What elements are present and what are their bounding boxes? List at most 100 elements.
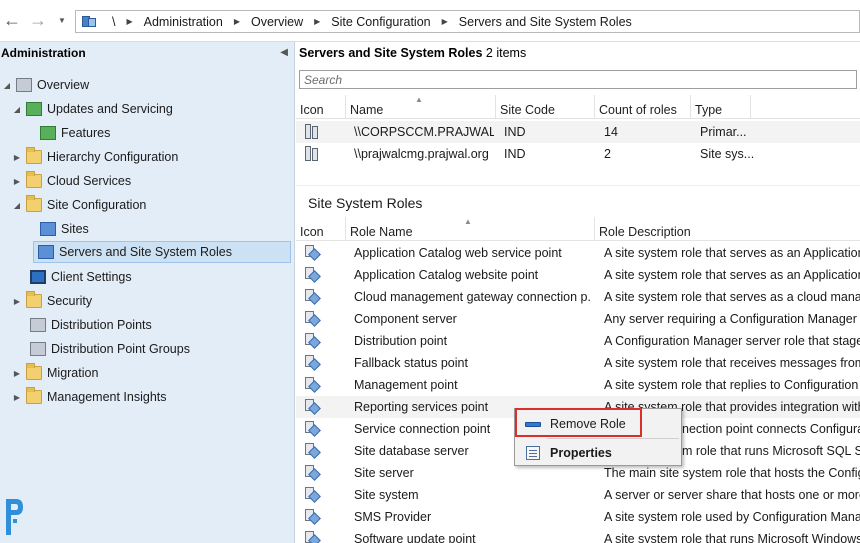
- chevron-right-icon[interactable]: ▶: [442, 17, 448, 26]
- expand-arrow-icon[interactable]: ▶: [12, 393, 22, 402]
- table-row[interactable]: Component server Any server requiring a C…: [296, 308, 860, 330]
- chevron-right-icon[interactable]: ▶: [126, 17, 132, 26]
- site-role-icon: [305, 421, 321, 437]
- distribution-icon: [30, 342, 46, 356]
- breadcrumb-servers[interactable]: Servers and Site System Roles: [459, 15, 632, 29]
- expand-arrow-icon[interactable]: ▶: [12, 369, 22, 378]
- tree-item-label: Migration: [47, 366, 99, 380]
- column-header-site-code[interactable]: Site Code: [496, 95, 595, 119]
- forward-arrow-icon[interactable]: →: [28, 11, 48, 31]
- table-row[interactable]: Management point A site system role that …: [296, 374, 860, 396]
- role-description: A site system role that receives message…: [604, 356, 860, 370]
- tree-item-client-settings[interactable]: Client Settings: [16, 266, 132, 288]
- folder-icon: [26, 147, 42, 164]
- role-description: A site system role that serves as an App…: [604, 246, 860, 260]
- table-row[interactable]: Application Catalog website point A site …: [296, 264, 860, 286]
- tree-item-label: Cloud Services: [47, 174, 132, 188]
- table-row[interactable]: \\CORPSCCM.PRAJWAL.... IND 14 Primar...: [296, 121, 860, 143]
- expand-arrow-icon[interactable]: ◢: [2, 81, 12, 90]
- table-row[interactable]: Software update point A site system role …: [296, 528, 860, 543]
- folder-icon: [26, 195, 42, 212]
- menu-item-properties[interactable]: Properties: [517, 441, 679, 465]
- role-name: Cloud management gateway connection p...: [354, 290, 592, 304]
- role-description: A site system role that replies to Confi…: [604, 378, 860, 392]
- tree-item-cloud-services[interactable]: ▶ Cloud Services: [12, 170, 131, 192]
- address-bar: ← → ▼ \ ▶ Administration ▶ Overview ▶ Si…: [0, 0, 860, 42]
- tree-item-distribution-points[interactable]: Distribution Points: [16, 314, 152, 336]
- breadcrumb[interactable]: \ ▶ Administration ▶ Overview ▶ Site Con…: [75, 10, 860, 33]
- breadcrumb-site-configuration[interactable]: Site Configuration: [331, 15, 430, 29]
- tree-item-label: Security: [47, 294, 93, 308]
- tree-item-sites[interactable]: Sites: [26, 218, 89, 240]
- column-header-icon[interactable]: Icon: [296, 95, 346, 119]
- folder-icon: [26, 291, 42, 308]
- expand-arrow-icon[interactable]: ▶: [12, 177, 22, 186]
- breadcrumb-overview[interactable]: Overview: [251, 15, 303, 29]
- search-input[interactable]: Search: [299, 70, 857, 89]
- site-role-icon: [305, 487, 321, 503]
- servers-icon: [38, 245, 54, 259]
- role-description: A site system role that serves as an App…: [604, 268, 860, 282]
- tree-item-distribution-point-groups[interactable]: Distribution Point Groups: [16, 338, 190, 360]
- distribution-icon: [30, 318, 46, 332]
- tree-item-label: Site Configuration: [47, 198, 147, 212]
- role-description: A site system role used by Configuration…: [604, 510, 860, 524]
- sites-icon: [40, 222, 56, 236]
- role-description: A site system role that runs Microsoft W…: [604, 532, 860, 543]
- tree-item-hierarchy-configuration[interactable]: ▶ Hierarchy Configuration: [12, 146, 178, 168]
- back-arrow-icon[interactable]: ←: [2, 11, 22, 31]
- column-header-type[interactable]: Type: [691, 95, 751, 119]
- table-row[interactable]: Distribution point A Configuration Manage…: [296, 330, 860, 352]
- tree-item-label: Client Settings: [51, 270, 132, 284]
- site-role-icon: [305, 399, 321, 415]
- column-header-count-of-roles[interactable]: Count of roles: [595, 95, 691, 119]
- table-row[interactable]: \\prajwalcmg.prajwal.org IND 2 Site sys.…: [296, 143, 860, 165]
- table-row[interactable]: Site system A server or server share that…: [296, 484, 860, 506]
- breadcrumb-administration[interactable]: Administration: [144, 15, 223, 29]
- logo-icon: [6, 499, 23, 535]
- server-name: \\CORPSCCM.PRAJWAL....: [354, 125, 494, 139]
- tree-item-servers-and-site-system-roles[interactable]: Servers and Site System Roles: [33, 241, 291, 263]
- table-row[interactable]: Cloud management gateway connection p...…: [296, 286, 860, 308]
- expand-arrow-icon[interactable]: ▶: [12, 297, 22, 306]
- role-name: Fallback status point: [354, 356, 468, 370]
- role-name: Management point: [354, 378, 458, 392]
- servers-title: Servers and Site System Roles: [299, 46, 483, 60]
- role-description: A server or server share that hosts one …: [604, 488, 860, 502]
- expand-arrow-icon[interactable]: ◢: [12, 105, 22, 114]
- chevron-right-icon[interactable]: ▶: [234, 17, 240, 26]
- role-description: A site system role that serves as a clou…: [604, 290, 860, 304]
- table-row[interactable]: Fallback status point A site system role …: [296, 352, 860, 374]
- collapse-pane-icon[interactable]: ◀: [280, 47, 288, 58]
- server-icon: [305, 124, 319, 140]
- expand-arrow-icon[interactable]: ◢: [12, 201, 22, 210]
- tree-item-label: Hierarchy Configuration: [47, 150, 179, 164]
- tree-item-updates-and-servicing[interactable]: ◢ Updates and Servicing: [12, 98, 173, 120]
- breadcrumb-root[interactable]: \: [112, 15, 115, 29]
- updates-icon: [26, 102, 42, 116]
- tree-item-migration[interactable]: ▶ Migration: [12, 362, 98, 384]
- navigation-pane: Administration ◀ ◢ Overview ◢ Updates an…: [0, 42, 295, 543]
- table-row[interactable]: SMS Provider A site system role used by C…: [296, 506, 860, 528]
- features-icon: [40, 126, 56, 140]
- table-row[interactable]: Application Catalog web service point A s…: [296, 242, 860, 264]
- role-name: SMS Provider: [354, 510, 432, 524]
- column-header-role-description[interactable]: Role Description: [595, 217, 860, 241]
- expand-arrow-icon[interactable]: ▶: [12, 153, 22, 162]
- tree-item-site-configuration[interactable]: ◢ Site Configuration: [12, 194, 146, 216]
- chevron-right-icon[interactable]: ▶: [314, 17, 320, 26]
- tree-item-management-insights[interactable]: ▶ Management Insights: [12, 386, 167, 408]
- role-name: Site server: [354, 466, 414, 480]
- server-role-count: 14: [604, 125, 618, 139]
- content-pane: Servers and Site System Roles 2 items Se…: [296, 42, 860, 543]
- role-name: Application Catalog website point: [354, 268, 539, 282]
- roles-grid-header: Icon Role Name Role Description ▲: [296, 217, 860, 241]
- history-dropdown-icon[interactable]: ▼: [58, 16, 66, 25]
- tree-item-label: Servers and Site System Roles: [59, 245, 232, 259]
- tree-item-overview[interactable]: ◢ Overview: [2, 74, 89, 96]
- column-header-icon[interactable]: Icon: [296, 217, 346, 241]
- role-name: Application Catalog web service point: [354, 246, 562, 260]
- tree-item-features[interactable]: Features: [26, 122, 110, 144]
- tree-item-security[interactable]: ▶ Security: [12, 290, 92, 312]
- server-site-code: IND: [504, 125, 526, 139]
